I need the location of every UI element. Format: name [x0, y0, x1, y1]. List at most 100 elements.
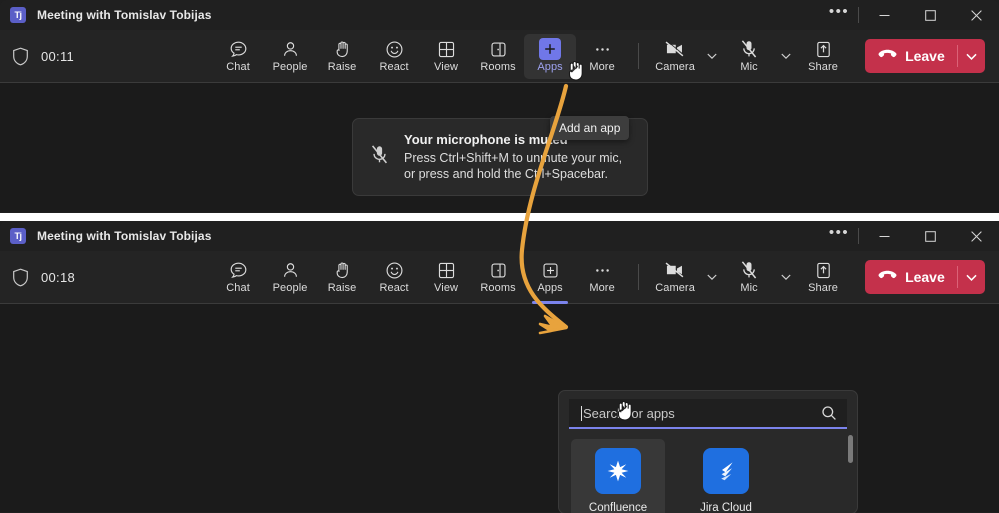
controls-divider: [858, 7, 859, 23]
toolbar-divider: [638, 264, 640, 290]
add-plus-icon: [541, 260, 560, 280]
toolbar-view-label: View: [434, 61, 459, 73]
breakout-rooms-icon: [489, 260, 508, 280]
raise-hand-icon: [333, 39, 352, 59]
maximize-icon[interactable]: [907, 0, 953, 30]
toolbar-people-button[interactable]: People: [264, 34, 316, 79]
shield-icon: [12, 268, 29, 287]
camera-off-icon: [664, 39, 686, 59]
window-title: Meeting with Tomislav Tobijas: [37, 8, 212, 22]
toolbar-camera-label: Camera: [655, 61, 695, 73]
app-tile-jira-label: Jira Cloud: [700, 502, 752, 513]
apps-flyout-panel: Search for apps Confluence Jira Cloud: [558, 390, 858, 513]
maximize-icon[interactable]: [907, 221, 953, 251]
hangup-icon: [878, 268, 897, 286]
add-plus-icon: [539, 38, 562, 60]
toolbar-raise-button[interactable]: Raise: [316, 34, 368, 79]
toolbar-mic-button[interactable]: Mic: [723, 255, 775, 300]
more-ellipsis-icon: [593, 260, 612, 280]
toolbar-mic-button[interactable]: Mic: [723, 34, 775, 79]
toolbar-more-button[interactable]: More: [576, 255, 628, 300]
camera-chevron-down-icon[interactable]: [701, 257, 723, 297]
toolbar-camera-button[interactable]: Camera: [649, 255, 701, 300]
toolbar-raise-button[interactable]: Raise: [316, 255, 368, 300]
toolbar-react-button[interactable]: React: [368, 255, 420, 300]
mic-muted-icon: [369, 144, 390, 170]
window-controls-bottom: •••: [822, 221, 999, 251]
toolbar-rooms-button[interactable]: Rooms: [472, 34, 524, 79]
more-options-icon[interactable]: •••: [822, 221, 856, 251]
mic-chevron-down-icon[interactable]: [775, 257, 797, 297]
toolbar-chat-label: Chat: [226, 61, 250, 73]
meeting-timer: 00:18: [41, 269, 76, 285]
close-icon[interactable]: [953, 221, 999, 251]
panel-scrollbar-thumb[interactable]: [848, 435, 853, 463]
chat-icon: [229, 260, 248, 280]
shield-icon: [12, 47, 29, 66]
leave-chevron-down-icon[interactable]: [958, 39, 985, 73]
leave-label: Leave: [905, 269, 945, 285]
leave-chevron-down-icon[interactable]: [958, 260, 985, 294]
meeting-stage-top: Add an app Your microphone is muted Pres…: [0, 83, 999, 212]
toolbar-rooms-label: Rooms: [480, 61, 516, 73]
mute-banner-line1: Press Ctrl+Shift+M to unmute your mic,: [404, 151, 623, 165]
app-tile-confluence-label: Confluence Cloud: [588, 502, 648, 513]
minimize-icon[interactable]: [861, 0, 907, 30]
toolbar-react-button[interactable]: React: [368, 34, 420, 79]
mic-chevron-down-icon[interactable]: [775, 36, 797, 76]
toolbar-chat-button[interactable]: Chat: [212, 34, 264, 79]
toolbar-camera-label: Camera: [655, 282, 695, 294]
toolbar-apps-label: Apps: [537, 61, 563, 73]
app-tile-jira[interactable]: Jira Cloud: [679, 439, 773, 513]
minimize-icon[interactable]: [861, 221, 907, 251]
camera-off-icon: [664, 260, 686, 280]
toolbar-react-label: React: [379, 282, 409, 294]
toolbar-left-bottom: 00:18: [0, 268, 212, 287]
more-options-icon[interactable]: •••: [822, 0, 856, 30]
leave-button[interactable]: Leave: [865, 39, 985, 73]
toolbar-rooms-button[interactable]: Rooms: [472, 255, 524, 300]
mic-muted-icon: [739, 260, 759, 280]
toolbar-view-button[interactable]: View: [420, 255, 472, 300]
screenshot-root: Tj Meeting with Tomislav Tobijas ••• 00:…: [0, 0, 999, 513]
raise-hand-icon: [333, 260, 352, 280]
toolbar-center-top: Chat People Raise React View Rooms Apps …: [212, 33, 849, 79]
controls-divider: [858, 228, 859, 244]
toolbar-view-button[interactable]: View: [420, 34, 472, 79]
close-icon[interactable]: [953, 0, 999, 30]
leave-main[interactable]: Leave: [865, 39, 957, 73]
toolbar-more-label: More: [589, 61, 615, 73]
people-icon: [281, 260, 300, 280]
leave-button[interactable]: Leave: [865, 260, 985, 294]
leave-main[interactable]: Leave: [865, 260, 957, 294]
toolbar-share-button[interactable]: Share: [797, 255, 849, 300]
toolbar-view-label: View: [434, 282, 459, 294]
toolbar-camera-button[interactable]: Camera: [649, 34, 701, 79]
pinned-apps-grid: Confluence Cloud Ji: [559, 429, 857, 513]
more-ellipsis-icon: [593, 39, 612, 59]
meeting-stage-bottom: Search for apps Confluence Jira Cloud: [0, 304, 999, 513]
app-tile-confluence[interactable]: Confluence Cloud: [571, 439, 665, 513]
search-input[interactable]: Search for apps: [569, 399, 847, 429]
toolbar-people-button[interactable]: People: [264, 255, 316, 300]
toolbar-apps-button[interactable]: Apps: [524, 255, 576, 304]
share-screen-icon: [814, 39, 833, 59]
add-an-app-tooltip: Add an app: [550, 116, 630, 140]
share-screen-icon: [814, 260, 833, 280]
teams-logo-icon: Tj: [10, 228, 26, 244]
toolbar-chat-button[interactable]: Chat: [212, 255, 264, 300]
toolbar-apps-label: Apps: [537, 282, 563, 294]
chat-icon: [229, 39, 248, 59]
toolbar-share-label: Share: [808, 61, 838, 73]
search-placeholder: Search for apps: [583, 405, 675, 421]
toolbar-apps-button[interactable]: Apps: [524, 33, 577, 79]
breakout-rooms-icon: [489, 39, 508, 59]
camera-chevron-down-icon[interactable]: [701, 36, 723, 76]
toolbar-mic-label: Mic: [740, 282, 758, 294]
toolbar-more-button[interactable]: More: [576, 34, 628, 79]
window-gap: [0, 213, 999, 221]
react-smiley-icon: [385, 39, 404, 59]
toolbar-share-button[interactable]: Share: [797, 34, 849, 79]
window-controls-top: •••: [822, 0, 999, 30]
search-icon: [821, 405, 837, 421]
